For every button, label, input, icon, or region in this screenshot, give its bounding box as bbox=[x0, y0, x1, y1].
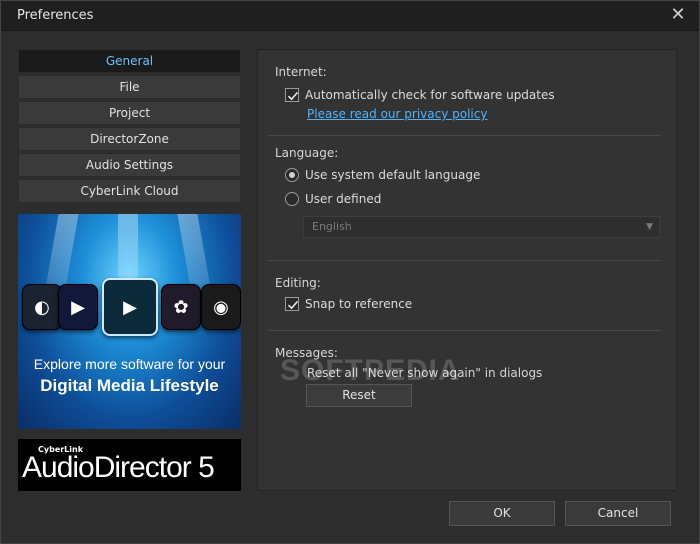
editing-section-title: Editing: bbox=[275, 276, 321, 290]
reset-button[interactable]: Reset bbox=[306, 384, 412, 407]
video-app-icon: ▶ bbox=[102, 278, 158, 336]
language-dropdown-value: English bbox=[312, 220, 352, 233]
section-divider bbox=[268, 135, 661, 136]
internet-section-title: Internet: bbox=[275, 65, 327, 79]
nav-item-audio-settings[interactable]: Audio Settings bbox=[18, 153, 241, 177]
preferences-dialog: Preferences ✕ General File Project Direc… bbox=[0, 0, 700, 544]
nav-item-cyberlink-cloud[interactable]: CyberLink Cloud bbox=[18, 179, 241, 203]
nav-item-file[interactable]: File bbox=[18, 75, 241, 99]
category-nav: General File Project DirectorZone Audio … bbox=[18, 49, 241, 205]
disc-app-icon: ◐ bbox=[22, 284, 62, 330]
auto-update-option[interactable]: Automatically check for software updates bbox=[285, 86, 555, 104]
general-settings-panel: Internet: Automatically check for softwa… bbox=[257, 49, 677, 491]
ok-button[interactable]: OK bbox=[449, 501, 555, 526]
auto-update-label: Automatically check for software updates bbox=[305, 88, 555, 102]
promo-caption-1: Explore more software for your bbox=[33, 356, 226, 372]
system-language-radio[interactable] bbox=[285, 168, 299, 182]
section-divider bbox=[268, 330, 661, 331]
cancel-button[interactable]: Cancel bbox=[565, 501, 671, 526]
photo-app-icon: ✿ bbox=[161, 284, 201, 330]
promo-caption-2: Digital Media Lifestyle bbox=[40, 376, 219, 395]
snap-label: Snap to reference bbox=[305, 297, 413, 311]
user-defined-option[interactable]: User defined bbox=[285, 190, 381, 208]
system-language-option[interactable]: Use system default language bbox=[285, 166, 480, 184]
dialog-title: Preferences bbox=[17, 8, 94, 23]
product-logo: CyberLink AudioDirector 5 bbox=[18, 439, 241, 491]
close-icon[interactable]: ✕ bbox=[665, 5, 691, 27]
chevron-down-icon: ▼ bbox=[646, 222, 653, 232]
privacy-policy-link[interactable]: Please read our privacy policy bbox=[307, 107, 487, 121]
auto-update-checkbox[interactable] bbox=[285, 88, 299, 102]
user-defined-radio[interactable] bbox=[285, 192, 299, 206]
reset-description: Reset all "Never show again" in dialogs bbox=[307, 366, 543, 380]
messages-section-title: Messages: bbox=[275, 346, 338, 360]
product-icons: ◐ ▶ ▶ ✿ ◉ bbox=[20, 278, 241, 338]
title-bar: Preferences ✕ bbox=[1, 1, 699, 31]
nav-item-project[interactable]: Project bbox=[18, 101, 241, 125]
play-app-icon: ▶ bbox=[58, 284, 98, 330]
user-defined-label: User defined bbox=[305, 192, 382, 206]
camera-app-icon: ◉ bbox=[201, 284, 241, 330]
language-section-title: Language: bbox=[275, 146, 339, 160]
product-name: AudioDirector 5 bbox=[22, 451, 215, 484]
snap-checkbox[interactable] bbox=[285, 297, 299, 311]
nav-item-general[interactable]: General bbox=[18, 49, 241, 73]
language-dropdown[interactable]: English ▼ bbox=[303, 216, 660, 238]
snap-option[interactable]: Snap to reference bbox=[285, 295, 412, 313]
promo-banner[interactable]: ◐ ▶ ▶ ✿ ◉ Explore more software for your… bbox=[18, 214, 241, 429]
section-divider bbox=[268, 260, 661, 261]
system-language-label: Use system default language bbox=[305, 168, 481, 182]
nav-item-directorzone[interactable]: DirectorZone bbox=[18, 127, 241, 151]
